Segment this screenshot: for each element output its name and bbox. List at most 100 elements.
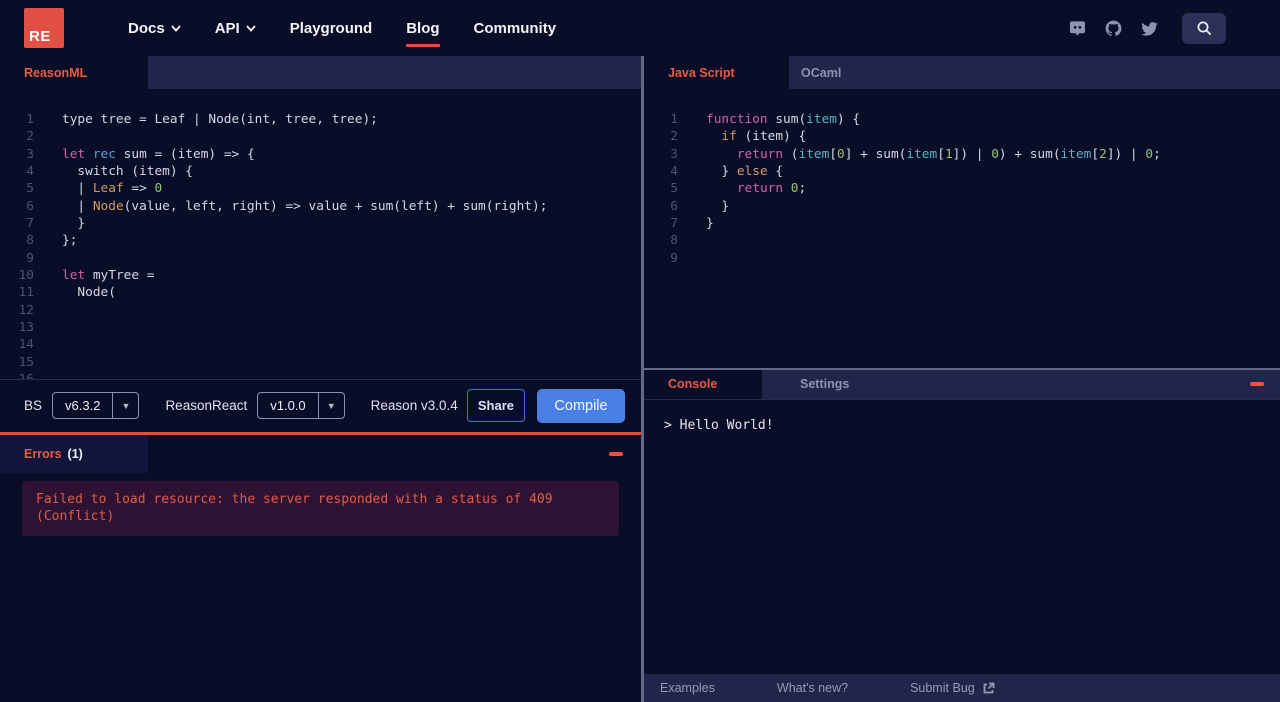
javascript-output-editor[interactable]: 1 function sum(item) {2 if (item) {3 retu… xyxy=(644,89,1280,368)
chevron-down-icon xyxy=(246,24,256,32)
tab-label: Settings xyxy=(800,377,850,391)
tab-settings[interactable]: Settings xyxy=(762,370,849,399)
tab-label: ReasonML xyxy=(24,65,88,80)
line-number: 1 xyxy=(26,112,34,127)
right-tabbar: Java Script OCaml xyxy=(644,56,1280,89)
code-text: }; xyxy=(62,233,78,249)
line-number: 6 xyxy=(26,198,34,214)
code-line: 2 if (item) { xyxy=(644,128,1280,145)
errors-panel: Errors (1) Failed to load resource: the … xyxy=(0,434,641,702)
left-toolbar: BS v6.3.2 ▼ ReasonReact v1.0.0 ▼ Reason … xyxy=(0,378,641,432)
code-line: 6 } xyxy=(644,198,1280,215)
code-text: | Node(value, left, right) => value + su… xyxy=(62,198,548,214)
tab-console[interactable]: Console xyxy=(644,369,762,399)
blog-active-underline xyxy=(406,43,440,47)
line-number: 15 xyxy=(18,354,34,370)
code-text: type tree = Leaf | Node(int, tree, tree)… xyxy=(62,112,378,127)
main-area: ReasonML 1 type tree = Leaf | Node(int, t… xyxy=(0,56,1280,702)
nav-item-docs[interactable]: Docs xyxy=(128,14,181,43)
bs-version-dropdown[interactable]: v6.3.2 ▼ xyxy=(52,392,140,419)
line-number: 11 xyxy=(18,285,34,301)
code-line: 9 xyxy=(0,250,641,267)
reasonml-playground: RE Docs API Playground Blog Community Re… xyxy=(0,0,1280,702)
code-line: 6 | Node(value, left, right) => value + … xyxy=(0,198,641,215)
share-button[interactable]: Share xyxy=(466,389,525,422)
line-number: 7 xyxy=(670,215,678,231)
line-number: 8 xyxy=(26,233,34,249)
line-number: 9 xyxy=(26,250,34,266)
line-number: 14 xyxy=(18,337,34,353)
code-text: let myTree = xyxy=(62,267,155,283)
console-tabbar: Console Settings xyxy=(644,369,1280,400)
error-message-line: (Conflict) xyxy=(36,509,115,524)
tab-label: OCaml xyxy=(801,65,842,80)
code-line: 12 xyxy=(0,302,641,319)
errors-count-badge: (1) xyxy=(67,446,83,461)
code-line: 3 return (item[0] + sum(item[1]) | 0) + … xyxy=(644,146,1280,163)
line-number: 6 xyxy=(670,198,678,214)
nav-item-api[interactable]: API xyxy=(215,14,256,43)
tab-ocaml[interactable]: OCaml xyxy=(789,56,841,89)
line-number: 12 xyxy=(18,302,34,318)
minimize-errors-icon[interactable] xyxy=(609,451,623,456)
nav-item-playground[interactable]: Playground xyxy=(290,14,373,43)
code-text: } xyxy=(62,215,86,231)
code-line: 13 xyxy=(0,319,641,336)
compile-button[interactable]: Compile xyxy=(537,388,625,423)
code-line: 10 let myTree = xyxy=(0,267,641,284)
search-button[interactable] xyxy=(1182,12,1226,44)
errors-header: Errors (1) xyxy=(0,434,641,473)
code-text: if (item) { xyxy=(721,129,807,145)
reason-logo[interactable]: RE xyxy=(24,8,64,48)
tab-errors[interactable]: Errors (1) xyxy=(0,434,148,473)
nav-item-blog[interactable]: Blog xyxy=(406,14,440,47)
code-line: 8}; xyxy=(0,232,641,249)
line-number: 2 xyxy=(26,129,34,145)
bs-version-value: v6.3.2 xyxy=(65,398,101,413)
footer-link-label: Examples xyxy=(660,681,715,695)
code-text: return 0; xyxy=(736,181,807,197)
console-output: > Hello World! xyxy=(644,399,1280,674)
examples-link[interactable]: Examples xyxy=(660,681,715,695)
code-line: 2 xyxy=(0,128,641,145)
nav-item-community[interactable]: Community xyxy=(474,14,557,43)
caret-down-icon: ▼ xyxy=(112,393,138,418)
code-line: 15 xyxy=(0,354,641,371)
console-output-line: > Hello World! xyxy=(664,417,774,433)
code-text: let rec sum = (item) => { xyxy=(62,146,255,162)
footer-link-label: What's new? xyxy=(776,681,849,695)
error-message-line: Failed to load resource: the server resp… xyxy=(36,491,553,507)
code-line: 1 type tree = Leaf | Node(int, tree, tree… xyxy=(0,111,641,128)
code-line: 4 } else { xyxy=(644,163,1280,180)
reasonreact-version-dropdown[interactable]: v1.0.0 ▼ xyxy=(257,392,345,419)
code-line: 4 switch (item) { xyxy=(0,163,641,180)
github-icon[interactable] xyxy=(1104,19,1123,38)
tab-label: Console xyxy=(668,377,718,391)
reason-code-editor[interactable]: 1 type tree = Leaf | Node(int, tree, tree… xyxy=(0,89,641,379)
nav-item-label: Blog xyxy=(406,19,440,37)
minimize-console-icon[interactable] xyxy=(1250,382,1264,386)
line-number: 3 xyxy=(670,146,678,162)
code-text: switch (item) { xyxy=(62,163,193,179)
code-text: return (item[0] + sum(item[1]) | 0) + su… xyxy=(736,146,1161,162)
tab-javascript[interactable]: Java Script xyxy=(644,56,789,89)
code-text: function sum(item) { xyxy=(706,112,861,127)
nav-menu: Docs API Playground Blog Community xyxy=(128,14,557,47)
line-number: 9 xyxy=(670,250,678,266)
line-number: 4 xyxy=(670,163,678,179)
caret-down-icon: ▼ xyxy=(317,393,344,418)
reasonreact-version-value: v1.0.0 xyxy=(270,398,306,413)
code-line: 5 return 0; xyxy=(644,180,1280,197)
whats-new-link[interactable]: What's new? xyxy=(777,681,848,695)
line-number: 10 xyxy=(18,267,34,283)
external-link-icon xyxy=(983,682,995,693)
twitter-icon[interactable] xyxy=(1140,19,1159,38)
nav-right xyxy=(1068,12,1226,44)
submit-bug-link[interactable]: Submit Bug xyxy=(910,681,995,695)
code-line: 9 xyxy=(644,250,1280,267)
footer-link-label: Submit Bug xyxy=(910,681,975,695)
discord-icon[interactable] xyxy=(1068,19,1087,38)
code-text: | Leaf => 0 xyxy=(62,181,163,197)
tab-reasonml[interactable]: ReasonML xyxy=(0,56,148,89)
playground-footer: Examples What's new? Submit Bug xyxy=(644,674,1280,702)
